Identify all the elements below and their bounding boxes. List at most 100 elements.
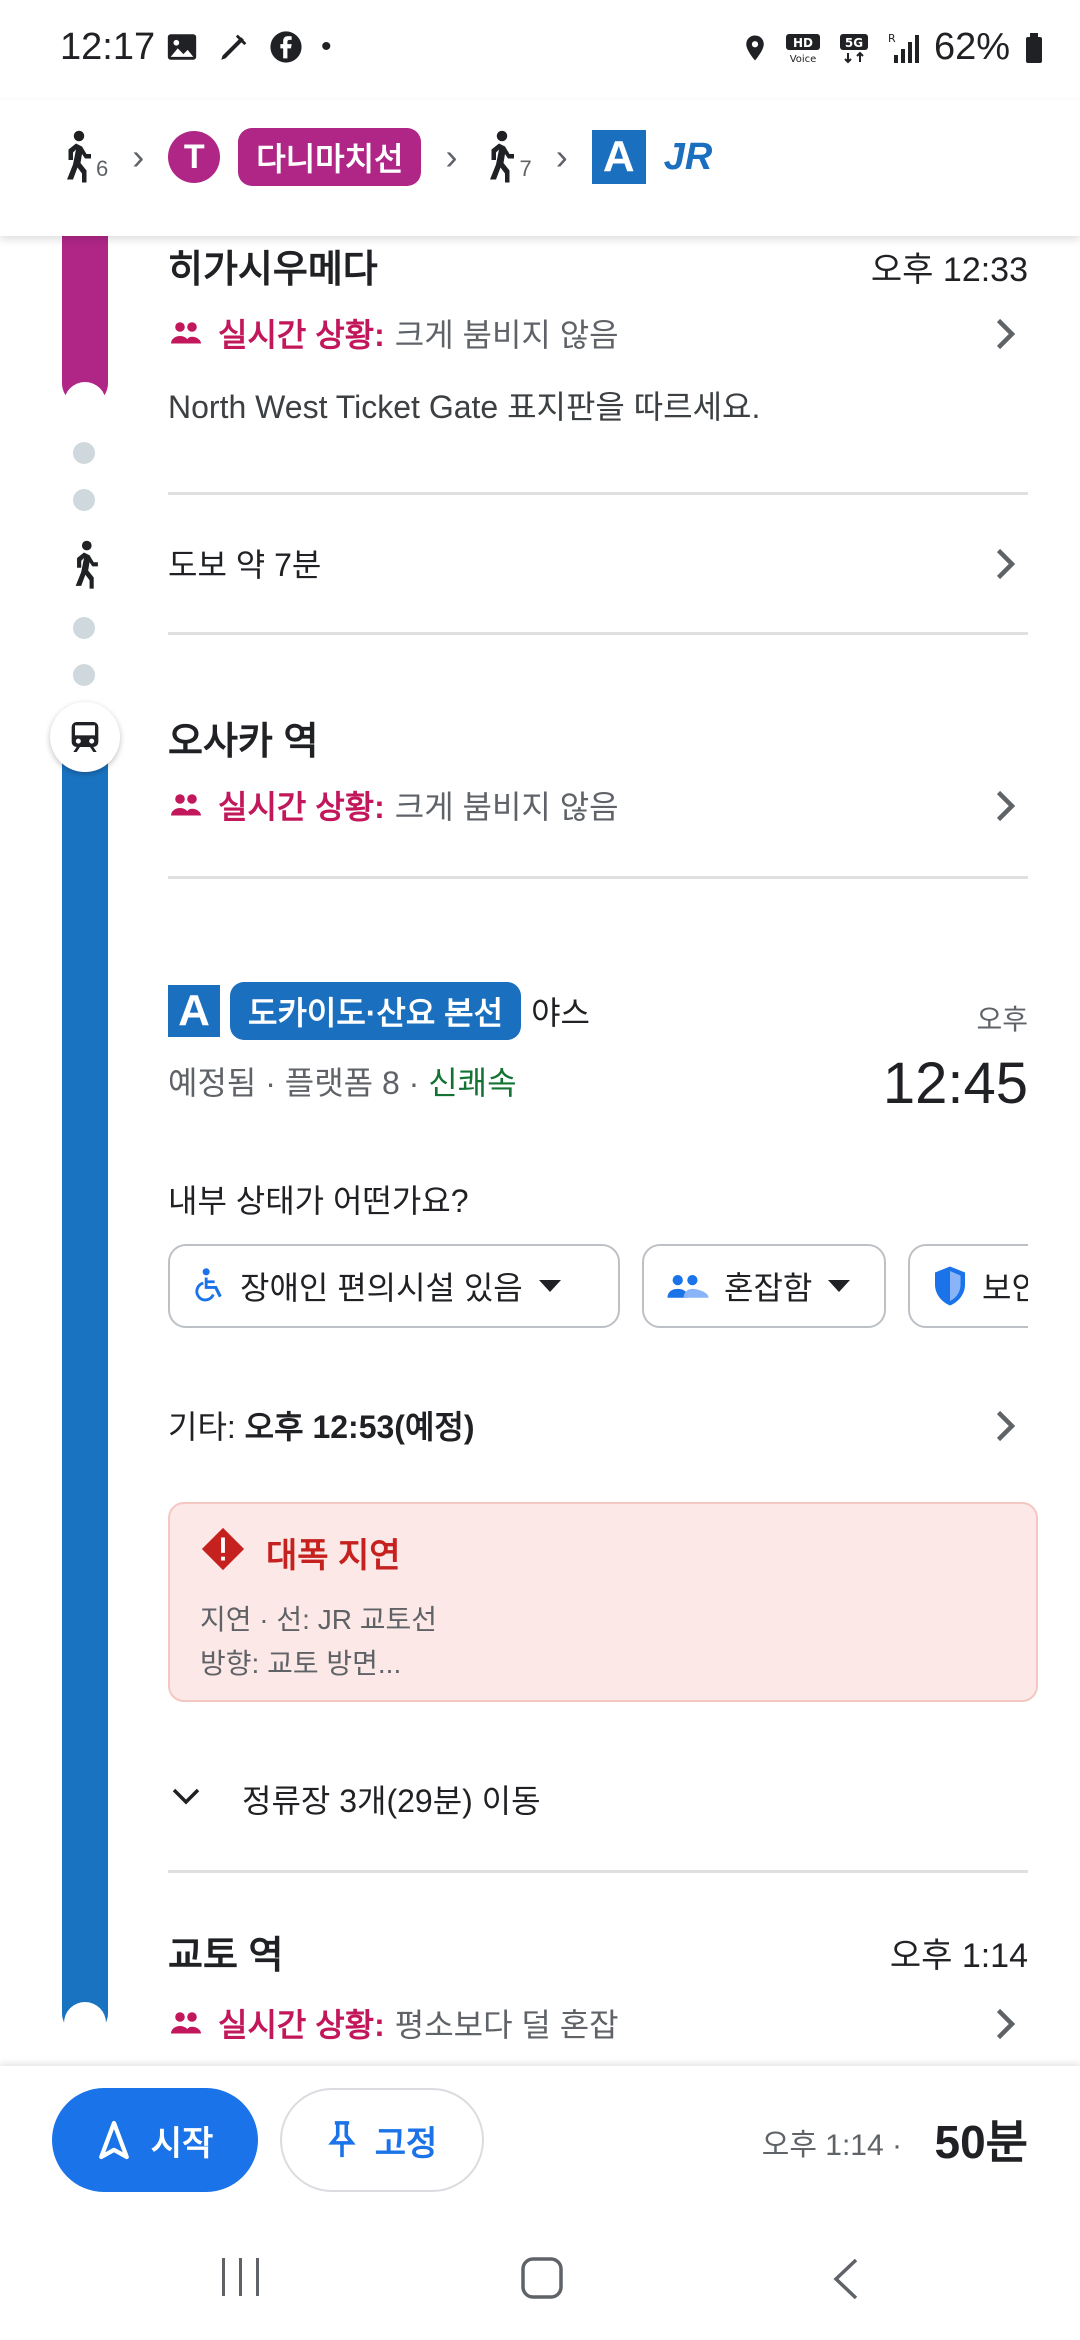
walk-step-1: 6 [58, 130, 108, 184]
realtime-value: 크게 붐비지 않음 [394, 317, 619, 353]
pin-button[interactable]: 고정 [280, 2088, 484, 2192]
accessibility-chip[interactable]: 장애인 편의시설 있음 [168, 1244, 620, 1328]
more-notifications-dot: • [321, 30, 332, 63]
departure-time: 12:45 [882, 1051, 1028, 1116]
hd-voice-icon: HD Voice [785, 33, 820, 65]
walk-icon [490, 130, 515, 183]
pin-button-label: 고정 [374, 2124, 438, 2163]
signal-icon: R [888, 32, 919, 63]
edit-icon [221, 34, 247, 60]
home-icon[interactable] [520, 2256, 564, 2300]
stops-summary-label: 정류장 3개(29분) 이동 [242, 1783, 541, 1819]
divider [168, 876, 1028, 879]
departure-ampm: 오후 [976, 1004, 1028, 1035]
delay-alert-card[interactable]: 대폭 지연 지연 · 선: JR 교토선 방향: 교토 방면... [168, 1502, 1038, 1702]
gallery-icon [167, 34, 197, 60]
people-icon [171, 322, 201, 344]
timeline-dot [73, 489, 95, 511]
svg-text:Voice: Voice [790, 54, 817, 65]
realtime-value: 평소보다 덜 혼잡 [394, 2007, 619, 2043]
chevron-right-icon [996, 318, 1016, 350]
battery-percent: 62% [933, 26, 1010, 68]
chevron-right-icon [996, 548, 1016, 580]
status-time: 12:17 [60, 26, 156, 68]
svg-text:5G: 5G [845, 36, 863, 50]
alert-title: 대폭 지연 [266, 1537, 401, 1575]
train-service-type: 신쾌속 [428, 1065, 517, 1101]
walk-duration: 도보 약 7분 [168, 547, 322, 583]
svg-text:R: R [888, 32, 896, 45]
divider [168, 1870, 1028, 1873]
people-icon [171, 794, 201, 816]
navigation-arrow-icon [98, 2120, 129, 2160]
other-prefix: 기타: [168, 1409, 245, 1445]
security-chip[interactable]: 보안 [908, 1244, 1028, 1328]
bottom-action-bar: 시작 고정 오후 1:14 · 50분 [0, 2066, 1080, 2216]
divider [168, 632, 1028, 635]
walk-step-1-minutes: 6 [96, 156, 109, 181]
walk-icon [75, 540, 98, 589]
chevron-right-icon [996, 1410, 1016, 1442]
jr-logo: JR [663, 135, 713, 178]
other-departure-row[interactable]: 기타: 오후 12:53(예정) [168, 1402, 1028, 1452]
rail-a-icon: A [591, 130, 646, 184]
route-summary-header[interactable]: 6 › T 다니마치선 › 7 › A JR [0, 100, 1080, 236]
timeline-dot [73, 664, 95, 686]
alert-line-2: 방향: 교토 방면... [200, 1648, 402, 1679]
wheelchair-icon [195, 1268, 222, 1302]
realtime-status-row[interactable]: 실시간 상황: 크게 붐비지 않음 [168, 782, 1028, 830]
recent-apps-icon[interactable] [218, 2256, 264, 2298]
5g-icon: 5G [839, 33, 868, 63]
chevron-right-icon: › [132, 136, 145, 177]
arrival-time-summary: 오후 1:14 · [761, 2129, 902, 2162]
crowded-chip[interactable]: 혼잡함 [642, 1244, 886, 1328]
arrival-time: 오후 12:33 [870, 251, 1028, 289]
realtime-status-row[interactable]: 실시간 상황: 크게 붐비지 않음 [168, 310, 1028, 358]
start-button-label: 시작 [150, 2124, 214, 2163]
rail-a-icon: A [168, 985, 220, 1037]
facebook-icon [270, 31, 302, 63]
people-icon [667, 1275, 709, 1298]
people-icon [171, 2012, 201, 2034]
security-chip-label: 보안 [982, 1270, 1028, 1306]
stop-higashi-umeda: 히가시우메다 오후 12:33 [168, 238, 1028, 478]
stop-osaka: 오사카 역 [168, 710, 1028, 765]
location-icon [746, 35, 764, 60]
back-icon[interactable] [830, 2256, 862, 2302]
train-line-badge: 도카이도·산요 본선 [230, 982, 522, 1040]
realtime-label: 실시간 상황: [218, 2007, 385, 2043]
transit-line-badge: 다니마치선 [238, 128, 422, 186]
shield-icon [935, 1266, 965, 1306]
timeline-dot [73, 617, 95, 639]
chevron-down-icon [172, 1788, 200, 1805]
stop-marker [64, 2002, 106, 2044]
train-icon [50, 702, 120, 772]
divider [168, 492, 1028, 495]
warning-icon [201, 1527, 245, 1571]
alert-line-1: 지연 · 선: JR 교토선 [200, 1604, 438, 1635]
trip-duration: 50분 [934, 2116, 1029, 2168]
timeline-dot [73, 442, 95, 464]
system-icons: HD Voice 5G R 62% [740, 26, 1044, 69]
crowd-question: 내부 상태가 어떤가요? [168, 1183, 469, 1219]
realtime-label: 실시간 상황: [218, 789, 385, 825]
status-bar: 12:17 • HD Voice 5G R 62% [0, 0, 1080, 100]
chevron-right-icon [996, 2008, 1016, 2040]
dropdown-arrow-icon [828, 1280, 851, 1292]
other-time: 오후 12:53(예정) [244, 1409, 475, 1445]
start-navigation-button[interactable]: 시작 [52, 2088, 258, 2192]
walk-step-2: 7 [481, 130, 532, 184]
realtime-status-row[interactable]: 실시간 상황: 평소보다 덜 혼잡 [168, 2000, 1028, 2048]
battery-icon [1026, 32, 1042, 63]
train-segment: A 도카이도·산요 본선 야스 오후 12:45 예정됨 · 플랫폼 8 · 신… [168, 982, 1028, 1142]
walk-icon [67, 130, 91, 183]
realtime-value: 크게 붐비지 않음 [394, 789, 619, 825]
system-navigation-bar [0, 2216, 1080, 2340]
arrival-time: 오후 1:14 [889, 1937, 1028, 1975]
chevron-right-icon: › [555, 136, 568, 177]
realtime-label: 실시간 상황: [218, 317, 385, 353]
stops-expand-toggle[interactable]: 정류장 3개(29분) 이동 [168, 1776, 1028, 1826]
stop-marker [64, 382, 106, 424]
chips-clip: 보안 [908, 1244, 1028, 1332]
walk-step-row[interactable]: 도보 약 7분 [168, 540, 1028, 590]
